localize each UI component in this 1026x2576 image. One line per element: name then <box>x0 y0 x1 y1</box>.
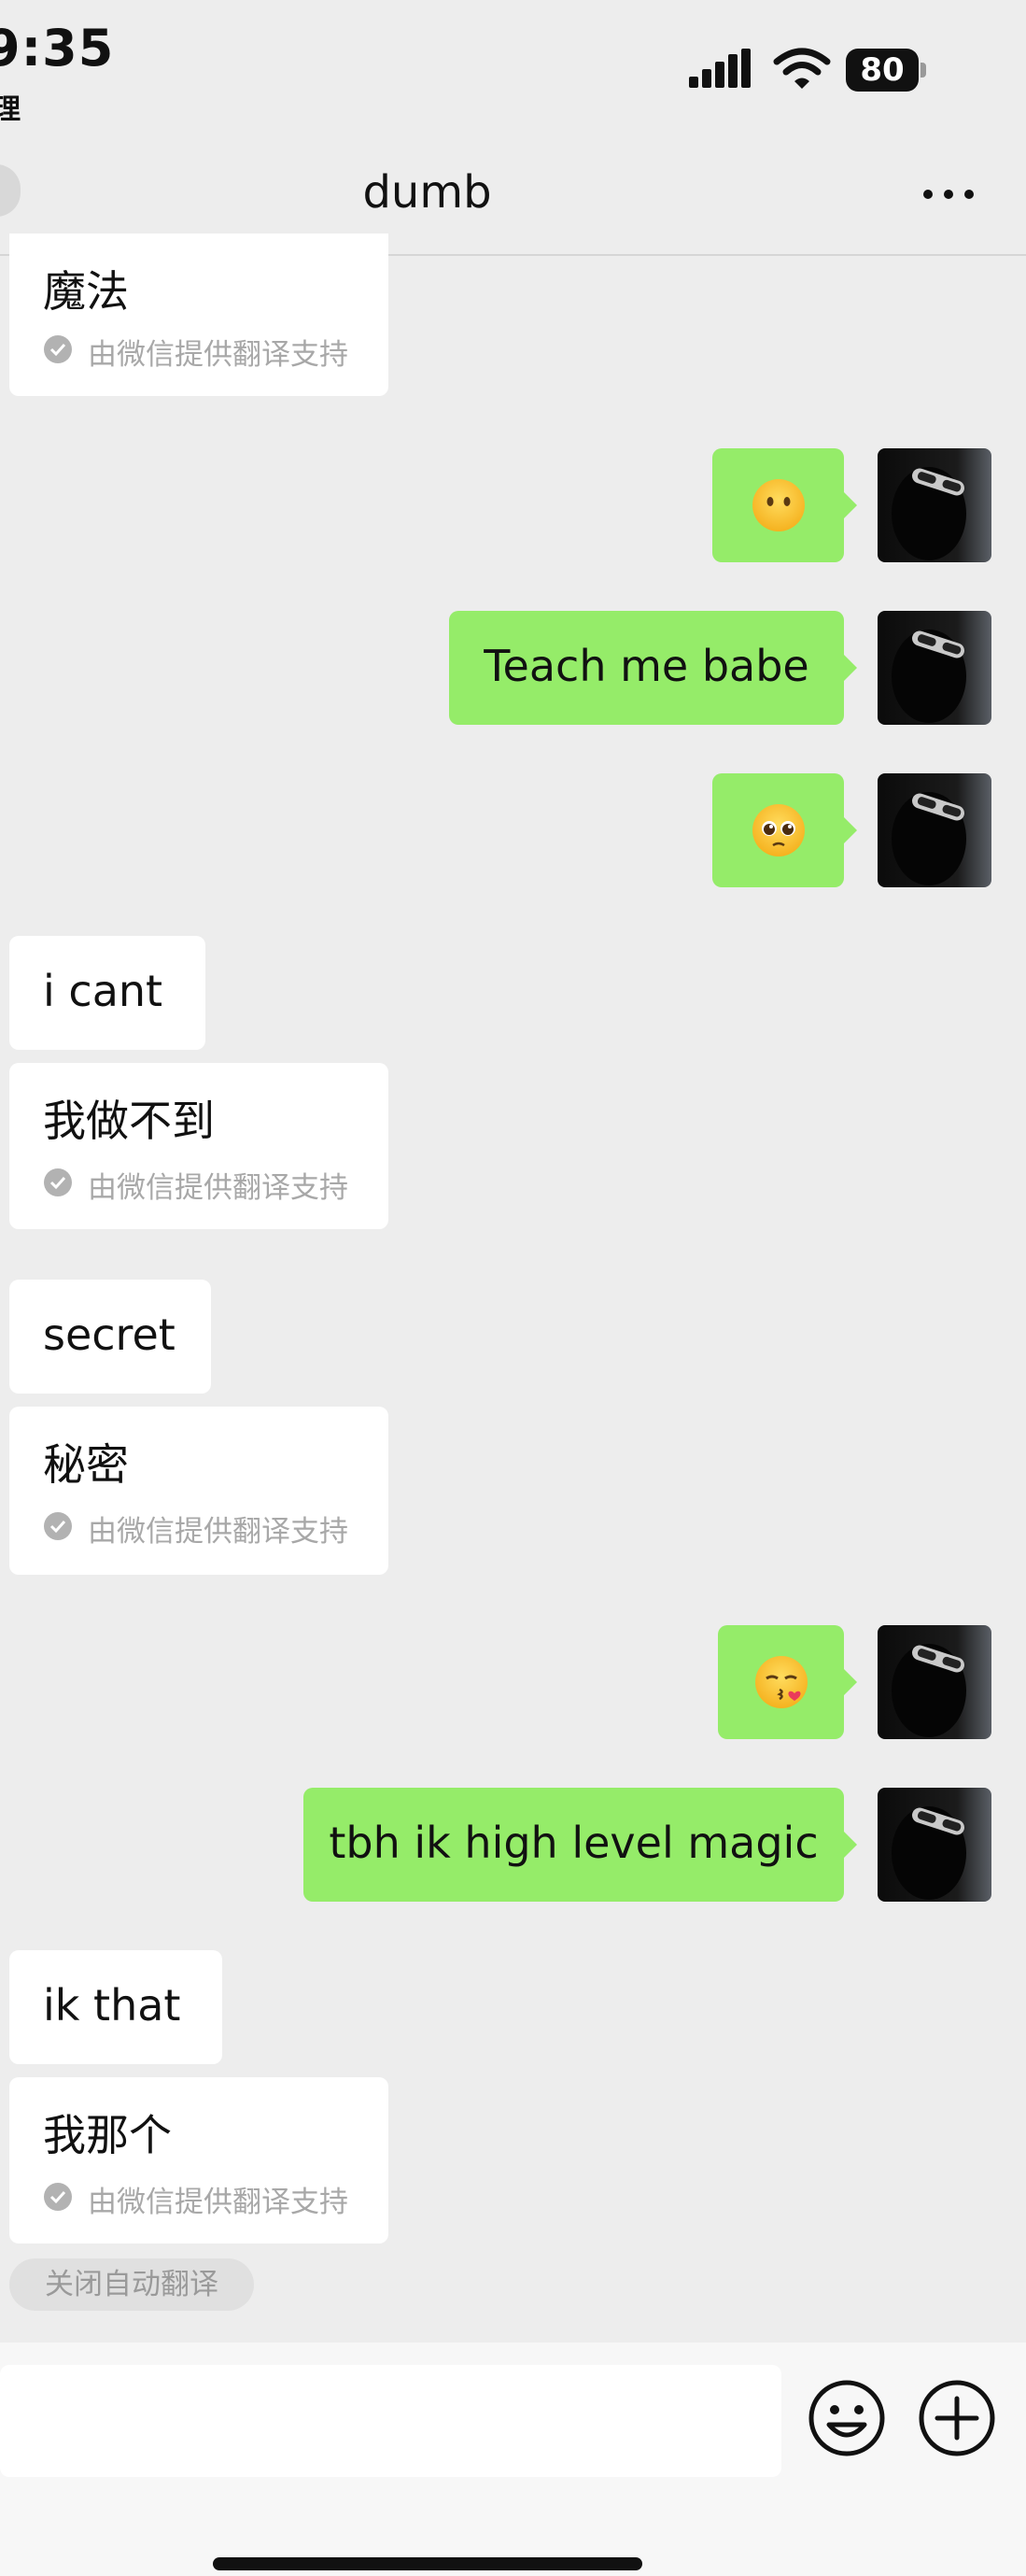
plus-button-icon[interactable] <box>917 2378 997 2458</box>
check-circle-icon <box>44 1512 72 1540</box>
status-time: 9:35 <box>0 19 115 78</box>
translation-note: 由微信提供翻译支持 <box>88 1515 348 1549</box>
incoming-message-bubble[interactable]: ik that <box>9 1950 222 2064</box>
message-text: i cant <box>43 966 163 1016</box>
check-circle-icon <box>44 2183 72 2211</box>
avatar[interactable] <box>878 448 991 562</box>
avatar[interactable] <box>878 1788 991 1902</box>
check-circle-icon <box>44 335 72 363</box>
translation-text: 秘密 <box>43 1439 129 1490</box>
battery-icon: 80 <box>846 49 928 92</box>
outgoing-emoji-bubble[interactable] <box>718 1625 857 1739</box>
check-circle-icon <box>44 1168 72 1196</box>
cellular-signal-icon <box>689 49 751 88</box>
message-text: ik that <box>43 1980 181 2031</box>
home-indicator <box>213 2557 642 2570</box>
pleading-face-emoji-icon <box>752 804 805 856</box>
incoming-message-bubble[interactable]: secret <box>9 1280 211 1394</box>
turn-off-auto-translate-button[interactable]: 关闭自动翻译 <box>9 2258 254 2311</box>
translation-note: 由微信提供翻译支持 <box>88 338 348 372</box>
avatar[interactable] <box>878 1625 991 1739</box>
avatar[interactable] <box>878 611 991 725</box>
translation-text: 我那个 <box>43 2110 172 2160</box>
translation-note: 由微信提供翻译支持 <box>88 2186 348 2219</box>
incoming-message-bubble[interactable]: i cant <box>9 936 205 1050</box>
neutral-face-emoji-icon <box>752 479 805 531</box>
translation-note: 由微信提供翻译支持 <box>88 1171 348 1205</box>
incoming-translation-bubble[interactable]: 魔法 由微信提供翻译支持 <box>9 234 388 396</box>
emoji-button-icon[interactable] <box>807 2378 887 2458</box>
more-options-button[interactable] <box>915 176 982 213</box>
translation-text: 我做不到 <box>43 1096 215 1146</box>
message-input[interactable] <box>0 2365 781 2477</box>
outgoing-message-bubble[interactable]: tbh ik high level magic <box>303 1788 857 1902</box>
battery-level: 80 <box>846 49 919 92</box>
kissing-face-emoji-icon <box>754 1656 808 1708</box>
wifi-icon <box>773 48 831 89</box>
incoming-translation-bubble[interactable]: 我做不到 由微信提供翻译支持 <box>9 1063 388 1229</box>
translation-text: 魔法 <box>43 266 129 317</box>
outgoing-message-bubble[interactable]: Teach me babe <box>449 611 857 725</box>
message-text: tbh ik high level magic <box>329 1818 819 1868</box>
outgoing-emoji-bubble[interactable] <box>712 448 857 562</box>
message-text: Teach me babe <box>484 641 809 691</box>
status-subtext: 理 <box>0 93 21 126</box>
avatar[interactable] <box>878 773 991 887</box>
incoming-translation-bubble[interactable]: 我那个 由微信提供翻译支持 <box>9 2077 388 2243</box>
incoming-translation-bubble[interactable]: 秘密 由微信提供翻译支持 <box>9 1407 388 1575</box>
message-text: secret <box>43 1309 176 1360</box>
chat-title: dumb <box>362 166 492 219</box>
outgoing-emoji-bubble[interactable] <box>712 773 857 887</box>
